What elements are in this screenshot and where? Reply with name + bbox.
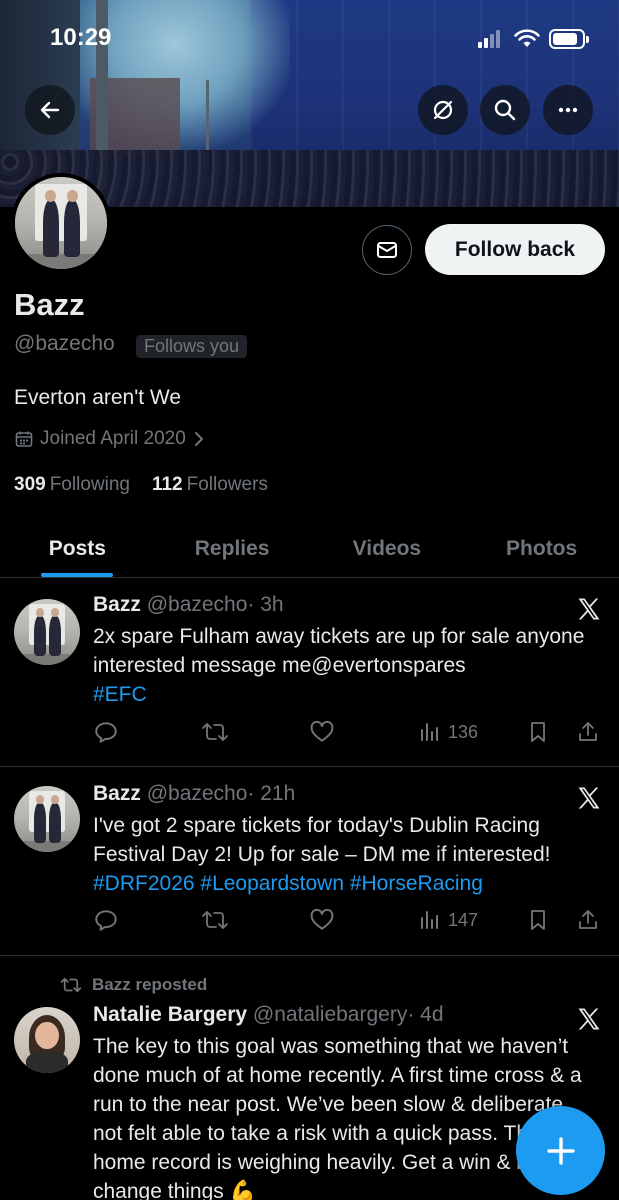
reply-icon bbox=[95, 910, 117, 931]
share-button[interactable] bbox=[576, 716, 600, 748]
tab-replies[interactable]: Replies bbox=[155, 520, 310, 577]
post-author[interactable]: Bazz bbox=[93, 593, 141, 616]
reply-icon bbox=[95, 722, 117, 743]
bookmark-button[interactable] bbox=[526, 904, 550, 936]
post-text: I've got 2 spare tickets for today's Dub… bbox=[93, 811, 593, 898]
profile-bio: Everton aren't We bbox=[14, 386, 182, 409]
repost-icon bbox=[60, 977, 82, 993]
plus-icon bbox=[546, 1136, 575, 1165]
profile-avatar[interactable] bbox=[11, 173, 111, 273]
following-count: 309 bbox=[14, 474, 46, 495]
post-body: 2x spare Fulham away tickets are up for … bbox=[93, 625, 585, 677]
followers-link[interactable]: 112 Followers bbox=[152, 474, 268, 496]
x-logo-icon bbox=[578, 1008, 600, 1030]
joined-date[interactable]: Joined April 2020 bbox=[14, 428, 206, 450]
post-header: Natalie Bargery @nataliebargery· 4d bbox=[93, 1003, 444, 1027]
post-actions: 147 bbox=[93, 904, 605, 936]
post-author[interactable]: Bazz bbox=[93, 782, 141, 805]
repost-button[interactable] bbox=[201, 904, 229, 936]
profile-tabs: Posts Replies Videos Photos bbox=[0, 520, 619, 578]
more-options-button[interactable] bbox=[543, 85, 593, 135]
back-arrow-icon bbox=[40, 101, 60, 119]
status-time: 10:29 bbox=[50, 24, 112, 51]
following-label: Following bbox=[49, 474, 130, 495]
post-handle: @bazecho bbox=[146, 782, 248, 805]
reply-button[interactable] bbox=[93, 904, 119, 936]
search-icon bbox=[494, 99, 516, 121]
post-time: · 3h bbox=[247, 593, 284, 616]
compose-button[interactable] bbox=[516, 1106, 605, 1195]
grok-button[interactable] bbox=[418, 85, 468, 135]
joined-label: Joined April 2020 bbox=[40, 428, 186, 449]
battery-icon bbox=[549, 29, 589, 49]
follows-you-badge: Follows you bbox=[136, 335, 248, 358]
share-icon bbox=[579, 722, 597, 741]
post-text: 2x spare Fulham away tickets are up for … bbox=[93, 622, 593, 709]
reply-button[interactable] bbox=[93, 716, 119, 748]
bookmark-button[interactable] bbox=[526, 716, 550, 748]
chevron-right-icon bbox=[194, 432, 203, 446]
post-header: Bazz @bazecho· 3h bbox=[93, 593, 284, 617]
following-link[interactable]: 309 Following bbox=[14, 474, 130, 496]
views-icon bbox=[421, 911, 438, 929]
post-author[interactable]: Natalie Bargery bbox=[93, 1003, 247, 1026]
back-button[interactable] bbox=[25, 85, 75, 135]
status-bar: 10:29 bbox=[0, 0, 619, 80]
tab-posts[interactable]: Posts bbox=[0, 520, 155, 577]
repost-indicator: Bazz reposted bbox=[60, 975, 207, 995]
tab-videos[interactable]: Videos bbox=[310, 520, 465, 577]
message-button[interactable] bbox=[362, 225, 412, 275]
post-item[interactable]: Bazz @bazecho· 21h I've got 2 spare tick… bbox=[0, 768, 619, 956]
follow-back-button[interactable]: Follow back bbox=[425, 224, 605, 275]
post-avatar[interactable] bbox=[14, 1007, 80, 1073]
post-time: · 4d bbox=[407, 1003, 444, 1026]
post-header: Bazz @bazecho· 21h bbox=[93, 782, 295, 806]
like-button[interactable] bbox=[309, 716, 335, 748]
post-actions: 136 bbox=[93, 716, 605, 748]
views-button[interactable]: 147 bbox=[418, 904, 478, 936]
post-avatar[interactable] bbox=[14, 786, 80, 852]
bookmark-icon bbox=[531, 910, 545, 930]
post-text: The key to this goal was something that … bbox=[93, 1032, 593, 1200]
post-time: · 21h bbox=[247, 782, 296, 805]
tab-photos[interactable]: Photos bbox=[464, 520, 619, 577]
followers-count: 112 bbox=[151, 474, 183, 495]
post-handle: @nataliebargery bbox=[252, 1003, 408, 1026]
signal-icon bbox=[478, 30, 500, 48]
heart-icon bbox=[310, 720, 334, 742]
search-button[interactable] bbox=[480, 85, 530, 135]
like-button[interactable] bbox=[309, 904, 335, 936]
profile-display-name: Bazz bbox=[14, 287, 85, 322]
post-hashtags[interactable]: #EFC bbox=[93, 683, 147, 706]
calendar-icon bbox=[15, 431, 33, 447]
profile-handle: @bazecho bbox=[14, 332, 115, 355]
heart-icon bbox=[310, 908, 334, 930]
views-count: 147 bbox=[448, 909, 479, 930]
post-body: I've got 2 spare tickets for today's Dub… bbox=[93, 814, 551, 866]
repost-button[interactable] bbox=[201, 716, 229, 748]
follow-stats: 309 Following 112 Followers bbox=[14, 474, 268, 496]
post-body: The key to this goal was something that … bbox=[93, 1035, 582, 1200]
grok-icon bbox=[433, 100, 453, 120]
share-button[interactable] bbox=[576, 904, 600, 936]
bookmark-icon bbox=[531, 722, 545, 742]
repost-icon bbox=[202, 911, 228, 929]
wifi-icon bbox=[514, 29, 540, 47]
post-item[interactable]: Bazz @bazecho· 3h 2x spare Fulham away t… bbox=[0, 579, 619, 767]
views-button[interactable]: 136 bbox=[418, 716, 478, 748]
post-avatar[interactable] bbox=[14, 599, 80, 665]
share-icon bbox=[579, 910, 597, 929]
post-handle: @bazecho bbox=[146, 593, 248, 616]
views-count: 136 bbox=[448, 721, 479, 742]
repost-icon bbox=[202, 723, 228, 741]
x-logo-icon bbox=[578, 787, 600, 809]
x-logo-icon bbox=[578, 598, 600, 620]
views-icon bbox=[421, 723, 438, 741]
followers-label: Followers bbox=[186, 474, 268, 495]
repost-label-text[interactable]: Bazz reposted bbox=[92, 975, 207, 995]
more-icon bbox=[558, 107, 578, 113]
envelope-icon bbox=[377, 242, 397, 258]
post-hashtags[interactable]: #DRF2026 #Leopardstown #HorseRacing bbox=[93, 872, 483, 895]
